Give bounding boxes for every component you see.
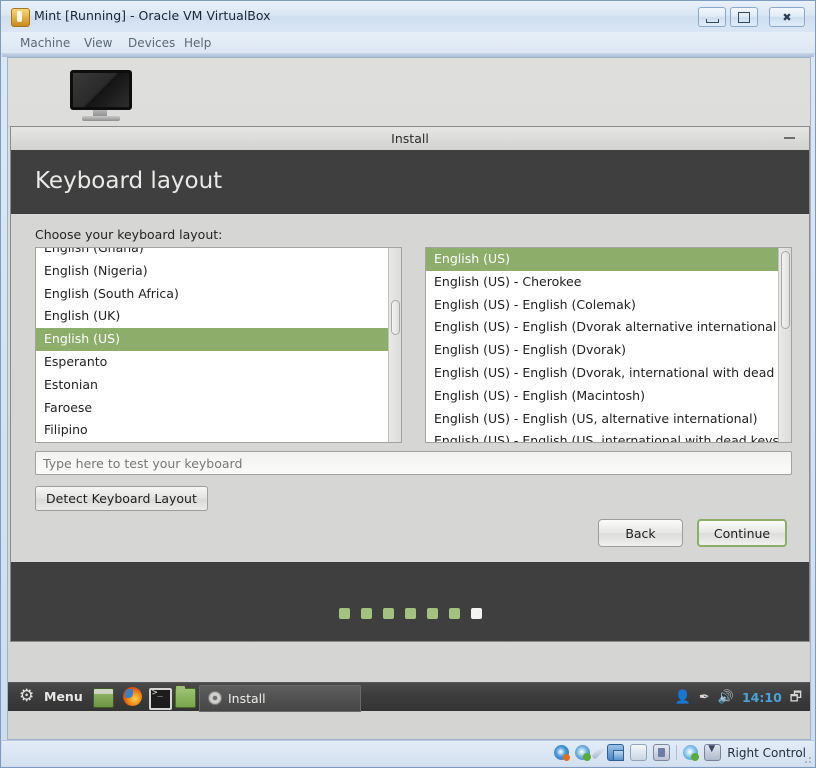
menu-devices[interactable]: Devices: [123, 35, 180, 51]
list-item[interactable]: Estonian: [36, 374, 388, 397]
close-button[interactable]: ✖: [769, 7, 805, 27]
install-minimize-button[interactable]: [784, 137, 795, 139]
minimize-icon: [699, 8, 725, 26]
mint-desktop[interactable]: Install Keyboard layout Choose your keyb…: [8, 58, 810, 739]
taskbar-window-label: Install: [228, 691, 266, 706]
list-item[interactable]: English (US) - English (Dvorak): [426, 339, 778, 362]
progress-dots: [11, 608, 809, 619]
statusbar-divider: [676, 745, 678, 760]
list-item[interactable]: English (UK): [36, 305, 388, 328]
list-item[interactable]: English (US) - English (Dvorak alternati…: [426, 316, 778, 339]
list-item[interactable]: English (Ghana): [36, 248, 388, 260]
install-nav-area: Back Continue: [11, 511, 809, 562]
menu-help[interactable]: Help: [179, 35, 216, 51]
page-title: Keyboard layout: [35, 168, 223, 194]
host-network-icon[interactable]: [683, 745, 700, 761]
progress-dot: [470, 608, 482, 619]
progress-dot: [426, 608, 438, 619]
list-item[interactable]: Faroese: [36, 397, 388, 420]
choose-layout-label: Choose your keyboard layout:: [35, 227, 223, 242]
menu-view[interactable]: View: [79, 35, 117, 51]
virtualbox-window: Mint [Running] - Oracle VM VirtualBox ✖ …: [0, 0, 816, 768]
list-item[interactable]: English (US) - English (US, internationa…: [426, 430, 778, 442]
language-list-scrollbar[interactable]: [388, 248, 401, 442]
progress-dot: [448, 608, 460, 619]
list-item[interactable]: English (US): [426, 248, 778, 271]
list-item[interactable]: English (US) - English (Colemak): [426, 294, 778, 317]
mint-taskbar: ⚙ Menu Install 👤 ✒ 🔊 14:10: [8, 682, 810, 712]
list-item[interactable]: English (Nigeria): [36, 260, 388, 283]
pen-icon[interactable]: [591, 745, 606, 760]
restore-button[interactable]: [730, 7, 758, 27]
shared-clipboard-icon[interactable]: [607, 744, 625, 761]
progress-dot: [338, 608, 350, 619]
list-item[interactable]: English (US): [36, 328, 388, 351]
virtualbox-icon: [11, 8, 30, 27]
install-disc-icon: [208, 691, 222, 705]
progress-dot: [382, 608, 394, 619]
gear-icon[interactable]: ⚙: [19, 688, 36, 705]
list-item[interactable]: English (US) - Cherokee: [426, 271, 778, 294]
terminal-icon[interactable]: [149, 688, 172, 710]
install-window: Install Keyboard layout Choose your keyb…: [10, 126, 810, 642]
scrollbar-thumb[interactable]: [391, 300, 400, 335]
detect-keyboard-layout-button[interactable]: Detect Keyboard Layout: [35, 486, 208, 511]
progress-dot: [404, 608, 416, 619]
continue-button[interactable]: Continue: [697, 519, 787, 547]
variant-list-scrollbar[interactable]: [778, 248, 791, 442]
list-item[interactable]: English (South Africa): [36, 283, 388, 306]
close-icon: ✖: [782, 10, 792, 24]
network-icon[interactable]: [575, 745, 592, 761]
virtualbox-menubar: Machine View Devices Help: [1, 32, 815, 54]
system-tray: 👤 ✒ 🔊 14:10 🗗: [675, 683, 802, 711]
virtualbox-window-title: Mint [Running] - Oracle VM VirtualBox: [34, 8, 271, 23]
firefox-icon[interactable]: [123, 687, 142, 706]
install-window-title: Install: [391, 131, 429, 146]
list-item[interactable]: English (US) - English (Dvorak, internat…: [426, 362, 778, 385]
minimize-button[interactable]: [698, 7, 726, 27]
vm-screen[interactable]: Install Keyboard layout Choose your keyb…: [7, 57, 811, 740]
user-icon[interactable]: 👤: [675, 691, 691, 704]
back-button[interactable]: Back: [598, 519, 683, 547]
install-header: Keyboard layout: [11, 150, 809, 214]
host-key-icon[interactable]: [704, 744, 722, 761]
shared-folder-icon[interactable]: [630, 744, 648, 761]
keyboard-variant-list[interactable]: English (US) English (US) - Cherokee Engli…: [425, 247, 792, 443]
taskbar-window-install[interactable]: Install: [199, 685, 361, 712]
progress-dot: [360, 608, 372, 619]
resize-grip[interactable]: [802, 754, 812, 764]
scrollbar-thumb[interactable]: [781, 251, 790, 329]
pen-icon[interactable]: ✒: [699, 691, 710, 704]
keyboard-test-input[interactable]: [35, 451, 792, 475]
list-item[interactable]: Filipino: [36, 419, 388, 442]
keyboard-language-list[interactable]: English (Ghana) English (Nigeria) English …: [35, 247, 402, 443]
list-item[interactable]: English (US) - English (US, alternative …: [426, 408, 778, 431]
list-item[interactable]: English (US) - English (Macintosh): [426, 385, 778, 408]
volume-icon[interactable]: 🔊: [718, 691, 734, 704]
virtualbox-statusbar: Right Control: [2, 740, 814, 766]
clock[interactable]: 14:10: [742, 690, 782, 705]
restore-icon: [731, 8, 757, 26]
show-desktop-icon[interactable]: [93, 688, 114, 708]
install-titlebar: Install: [11, 127, 809, 151]
host-key-label: Right Control: [727, 745, 806, 760]
menu-button-label[interactable]: Menu: [44, 689, 83, 704]
monitor-icon: [70, 70, 136, 122]
optical-drive-icon[interactable]: [554, 745, 571, 761]
file-manager-icon[interactable]: [175, 686, 196, 708]
install-footer: [11, 562, 809, 641]
list-item[interactable]: Esperanto: [36, 351, 388, 374]
virtualbox-titlebar: Mint [Running] - Oracle VM VirtualBox ✖: [1, 1, 815, 33]
menu-machine[interactable]: Machine: [15, 35, 75, 51]
usb-icon[interactable]: [653, 744, 671, 761]
workspace-switcher-icon[interactable]: 🗗: [790, 691, 802, 704]
install-body: Choose your keyboard layout: English (Gh…: [11, 214, 809, 511]
